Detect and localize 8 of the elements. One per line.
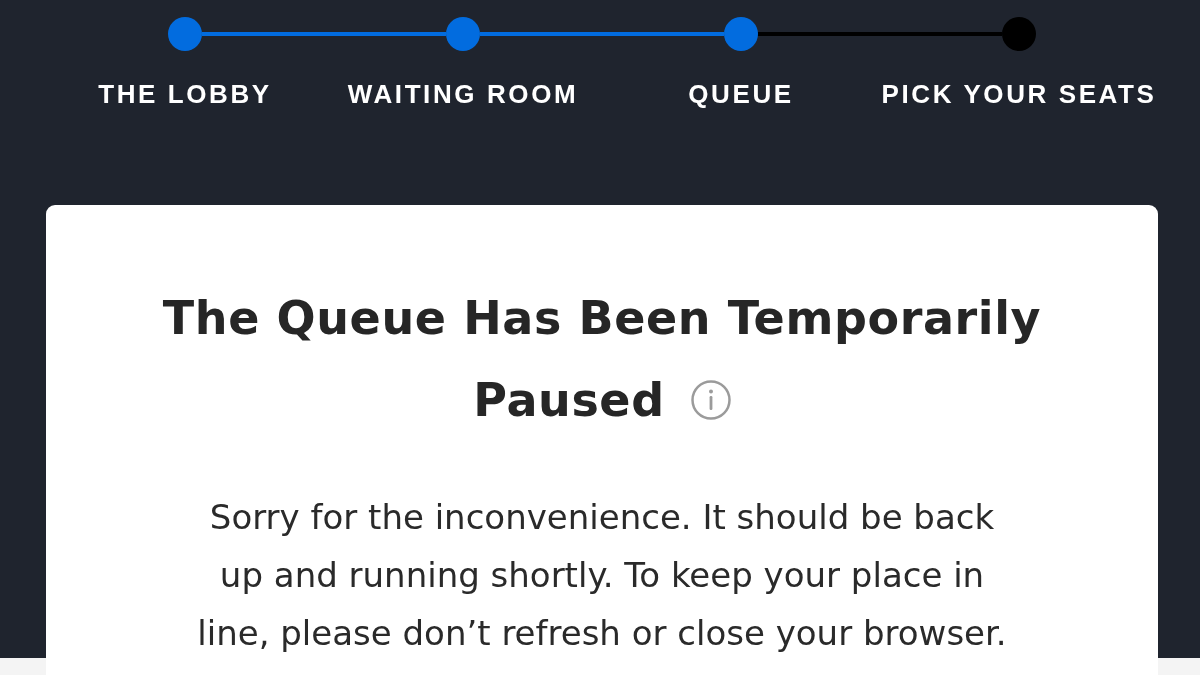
info-icon[interactable]	[690, 380, 731, 420]
step-label: THE LOBBY	[98, 79, 272, 109]
step-label: PICK YOUR SEATS	[881, 79, 1157, 109]
step-label: QUEUE	[688, 79, 794, 109]
step-label: WAITING ROOM	[347, 79, 579, 109]
message-text: Sorry for the inconvenience. It should be back up and running shortly. To keep your place in line, please don’t refresh or close your browser.	[196, 496, 1008, 655]
card-title: Paused	[473, 372, 665, 429]
card-title: The Queue Has Been Temporarily	[162, 290, 1042, 347]
